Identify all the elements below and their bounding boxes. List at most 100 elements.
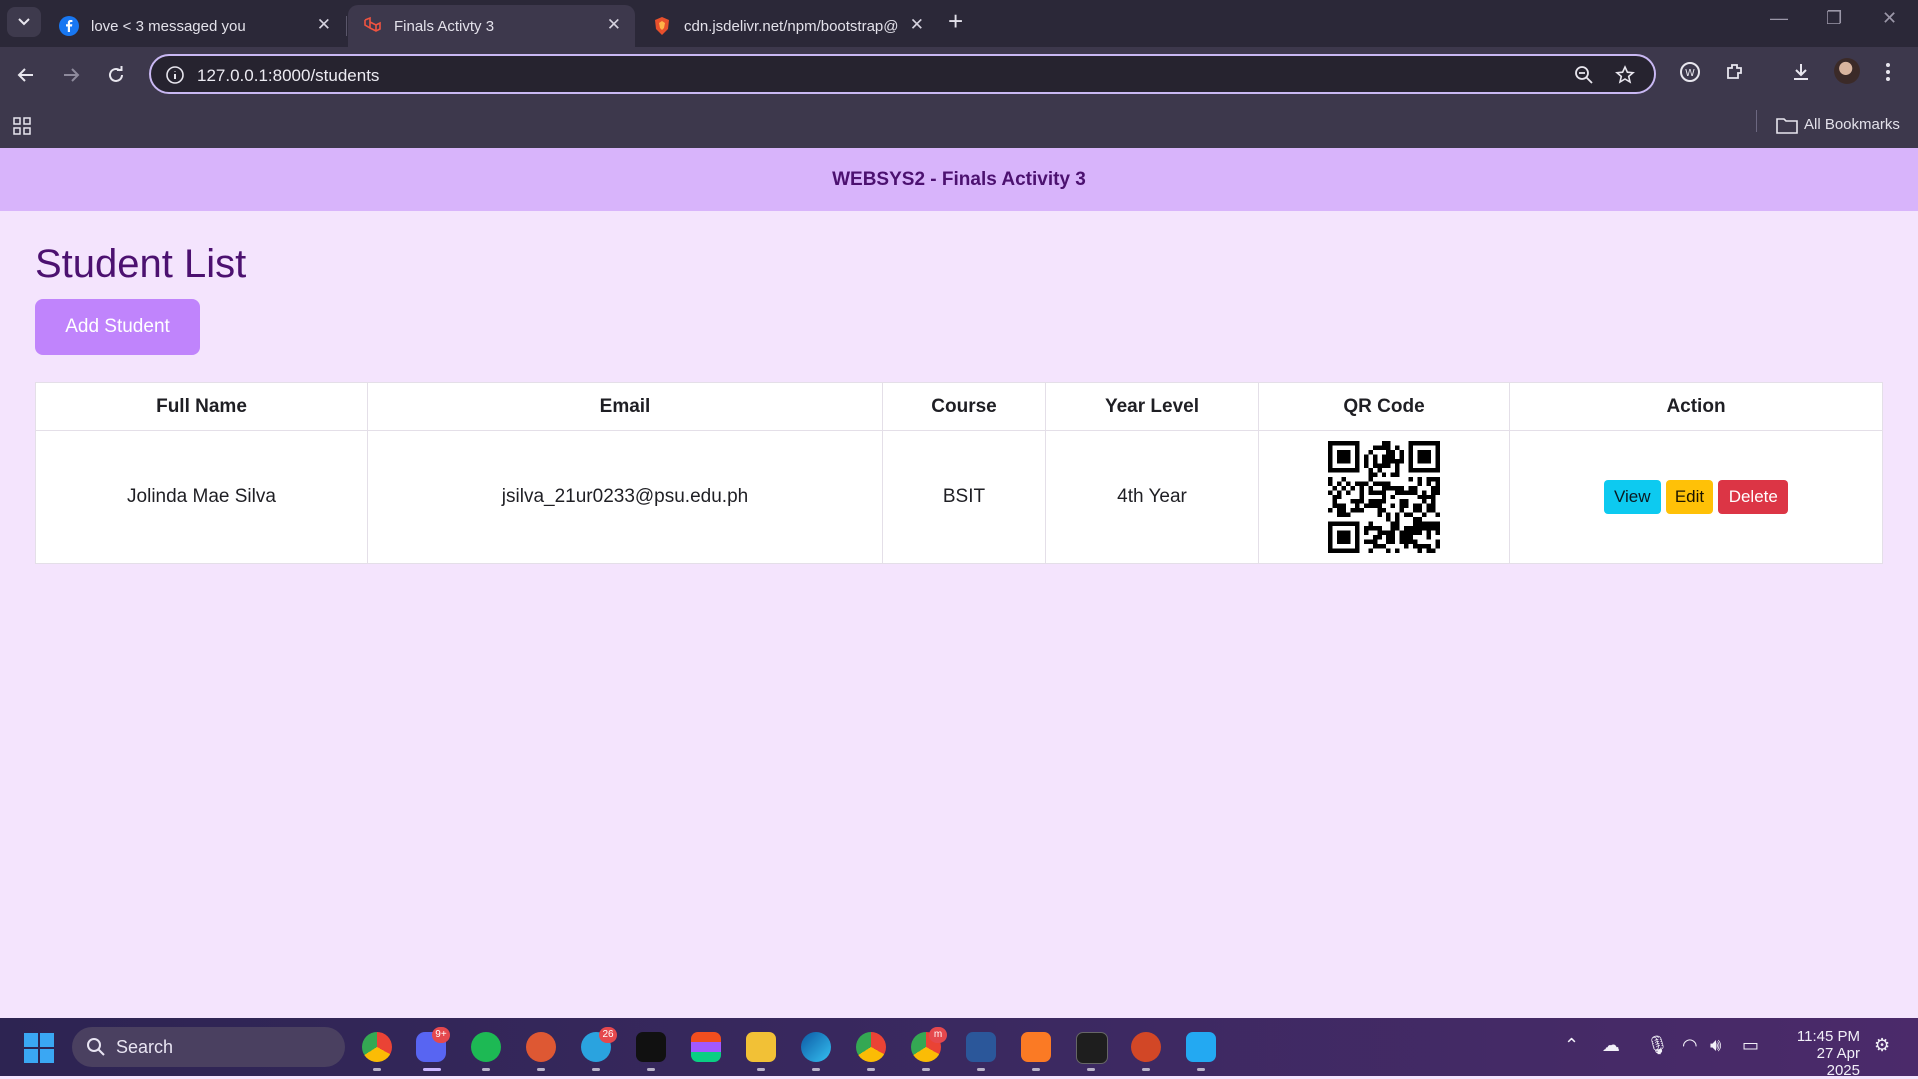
delete-button[interactable]: Delete xyxy=(1718,480,1789,514)
notifications-icon[interactable]: ⚙ xyxy=(1874,1035,1890,1056)
cell-year-level: 4th Year xyxy=(1045,430,1259,564)
tab-strip: love < 3 messaged you ✕ Finals Activty 3… xyxy=(0,0,1918,47)
running-indicator xyxy=(482,1068,490,1071)
close-icon[interactable]: ✕ xyxy=(910,15,924,35)
wifi-icon[interactable]: ◠ xyxy=(1682,1035,1698,1056)
running-indicator xyxy=(1197,1068,1205,1071)
running-indicator xyxy=(1142,1068,1150,1071)
arrow-left-icon xyxy=(17,68,33,82)
spotify-app-icon[interactable] xyxy=(471,1032,501,1062)
site-header: WEBSYS2 - Finals Activity 3 xyxy=(0,148,1918,211)
wordtune-extension-icon[interactable]: W xyxy=(1679,61,1701,83)
cell-course: BSIT xyxy=(882,430,1046,564)
address-bar[interactable]: 127.0.0.1:8000/students xyxy=(149,54,1656,94)
qr-code-image xyxy=(1328,441,1440,553)
column-email: Email xyxy=(367,382,883,431)
close-icon[interactable]: ✕ xyxy=(317,15,331,35)
view-button[interactable]: View xyxy=(1603,480,1661,514)
taskbar-search[interactable]: Search xyxy=(72,1027,345,1067)
onedrive-icon[interactable]: ☁ xyxy=(1602,1035,1620,1056)
discord-badge: 9+ xyxy=(432,1027,450,1043)
browser-toolbar: 127.0.0.1:8000/students W xyxy=(0,47,1918,104)
chrome-app-icon[interactable] xyxy=(856,1032,886,1062)
tab-divider xyxy=(346,16,347,36)
tab-jsdelivr[interactable]: cdn.jsdelivr.net/npm/bootstrap@ ✕ xyxy=(638,5,938,47)
star-icon[interactable] xyxy=(1615,65,1635,85)
running-indicator xyxy=(867,1068,875,1071)
laravel-icon xyxy=(364,16,381,32)
cell-qr-code xyxy=(1258,430,1510,564)
tab-facebook[interactable]: love < 3 messaged you ✕ xyxy=(45,5,345,47)
word-app-icon[interactable] xyxy=(966,1032,996,1062)
clock-time: 11:45 PM xyxy=(1796,1028,1860,1045)
table-row: Jolinda Mae Silva jsilva_21ur0233@psu.ed… xyxy=(35,430,1883,564)
cell-full-name: Jolinda Mae Silva xyxy=(35,430,368,564)
tab-search-button[interactable] xyxy=(7,7,41,37)
running-indicator xyxy=(1032,1068,1040,1071)
brave-shield-icon xyxy=(655,17,669,35)
running-indicator xyxy=(647,1068,655,1071)
cell-email: jsilva_21ur0233@psu.edu.ph xyxy=(367,430,883,564)
search-label: Search xyxy=(116,1037,174,1057)
close-window-icon[interactable]: ✕ xyxy=(1882,8,1897,29)
column-full-name: Full Name xyxy=(35,382,368,431)
minimize-icon[interactable]: — xyxy=(1770,8,1788,29)
site-header-title: WEBSYS2 - Finals Activity 3 xyxy=(832,168,1086,190)
arrow-right-icon xyxy=(64,68,80,82)
vscode-app-icon[interactable] xyxy=(1186,1032,1216,1062)
duckduckgo-app-icon[interactable] xyxy=(526,1032,556,1062)
jetbrains-app-icon[interactable] xyxy=(636,1032,666,1062)
back-button[interactable] xyxy=(10,59,42,91)
forward-button[interactable] xyxy=(55,59,87,91)
tab-title: Finals Activty 3 xyxy=(394,17,495,35)
running-indicator xyxy=(592,1068,600,1071)
edit-button[interactable]: Edit xyxy=(1666,480,1713,514)
column-qr-code: QR Code xyxy=(1258,382,1510,431)
new-tab-button[interactable]: + xyxy=(948,6,963,37)
battery-icon[interactable]: ▭ xyxy=(1742,1035,1759,1056)
running-indicator xyxy=(757,1068,765,1071)
profile-avatar[interactable] xyxy=(1834,58,1860,84)
clock-date: 27 Apr 2025 xyxy=(1816,1045,1860,1079)
extensions-icon[interactable] xyxy=(1724,61,1746,83)
url-text: 127.0.0.1:8000/students xyxy=(197,66,380,85)
students-table: Full Name Email Course Year Level QR Cod… xyxy=(35,382,1883,564)
site-info-icon[interactable] xyxy=(165,65,185,85)
column-action: Action xyxy=(1509,382,1883,431)
more-menu-icon[interactable] xyxy=(1884,61,1892,83)
download-icon[interactable] xyxy=(1790,61,1812,83)
terminal-app-icon[interactable] xyxy=(1076,1032,1108,1064)
column-course: Course xyxy=(882,382,1046,431)
reload-icon xyxy=(109,66,123,82)
running-indicator xyxy=(1087,1068,1095,1071)
all-bookmarks-button[interactable]: All Bookmarks xyxy=(1804,116,1900,133)
tab-title: cdn.jsdelivr.net/npm/bootstrap@ xyxy=(684,17,899,35)
microphone-icon[interactable]: 🎙︎ xyxy=(1646,1035,1669,1056)
search-icon xyxy=(87,1038,105,1056)
bookmarks-divider xyxy=(1756,110,1757,132)
powerpoint-app-icon[interactable] xyxy=(1131,1032,1161,1062)
restore-icon[interactable]: ❐ xyxy=(1826,8,1842,29)
chevron-up-icon[interactable]: ⌃ xyxy=(1564,1035,1579,1056)
zoom-icon[interactable] xyxy=(1574,65,1594,85)
svg-text:W: W xyxy=(1685,68,1695,79)
volume-icon[interactable]: 🔊︎ xyxy=(1710,1035,1721,1056)
figma-app-icon[interactable] xyxy=(691,1032,721,1062)
chrome-profile-badge: m xyxy=(929,1027,947,1043)
page-title: Student List xyxy=(35,242,247,286)
reload-button[interactable] xyxy=(100,59,132,91)
facebook-icon xyxy=(59,16,79,36)
chrome-profile-app-icon[interactable] xyxy=(362,1032,392,1062)
running-indicator xyxy=(423,1068,441,1071)
add-student-button[interactable]: Add Student xyxy=(35,299,200,355)
bookmarks-bar: All Bookmarks xyxy=(0,104,1918,148)
file-explorer-app-icon[interactable] xyxy=(746,1032,776,1062)
tab-finals-activity[interactable]: Finals Activty 3 ✕ xyxy=(348,5,635,47)
running-indicator xyxy=(537,1068,545,1071)
edge-app-icon[interactable] xyxy=(801,1032,831,1062)
xampp-app-icon[interactable] xyxy=(1021,1032,1051,1062)
system-clock[interactable]: 11:45 PM 27 Apr 2025 xyxy=(1782,1028,1860,1079)
apps-grid-icon[interactable] xyxy=(13,117,31,135)
windows-start-icon[interactable] xyxy=(24,1033,54,1063)
close-icon[interactable]: ✕ xyxy=(607,15,621,35)
